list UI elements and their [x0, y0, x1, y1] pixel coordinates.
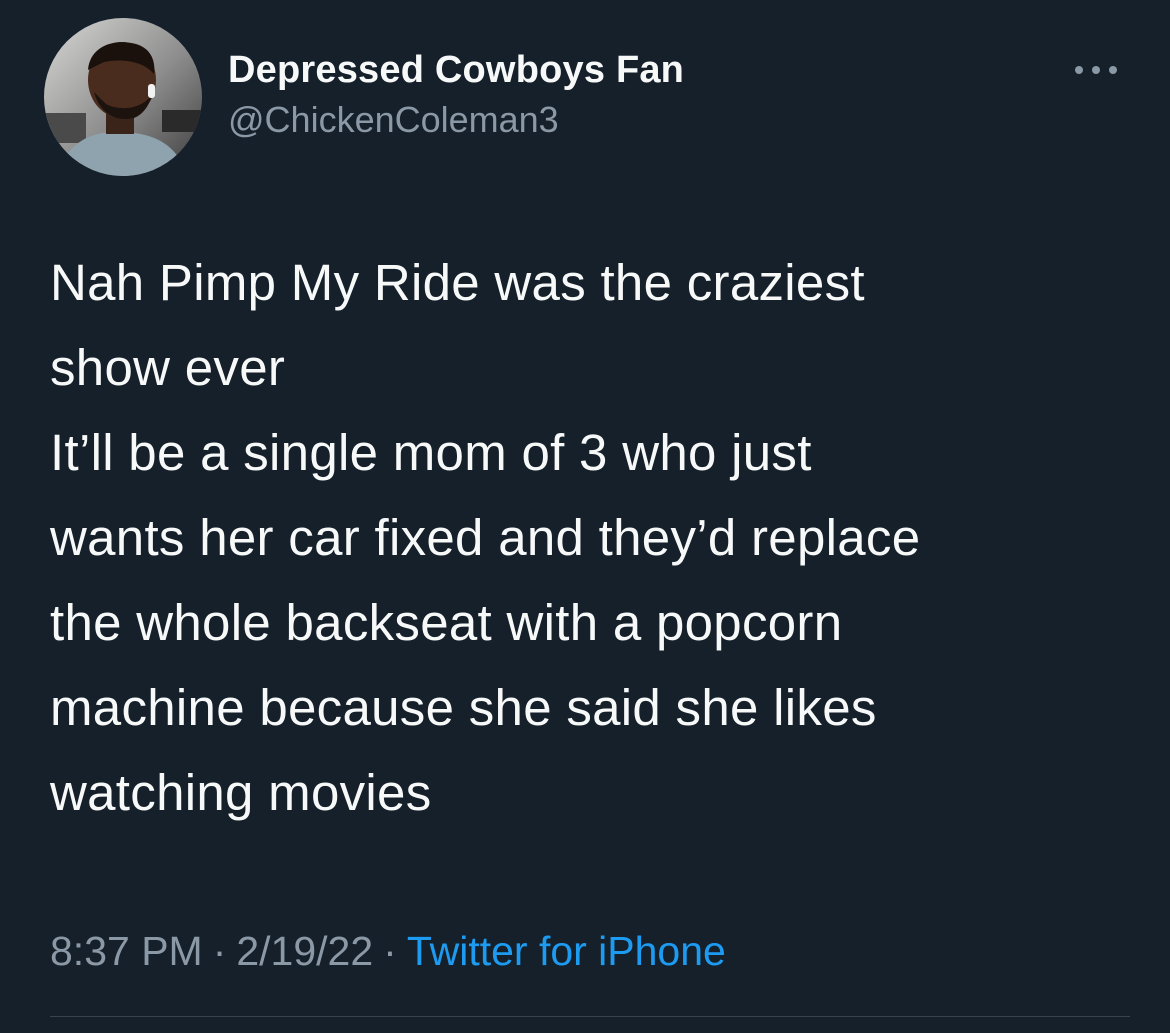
tweet-text-line: the whole backseat with a popcorn: [50, 594, 843, 651]
more-options-button[interactable]: [1060, 50, 1132, 90]
author-handle[interactable]: @ChickenColeman3: [228, 98, 684, 142]
tweet-text: Nah Pimp My Ride was the craziest show e…: [50, 240, 1130, 835]
avatar-photo: [44, 18, 202, 176]
author-block: Depressed Cowboys Fan @ChickenColeman3: [228, 46, 684, 142]
tweet-date[interactable]: 2/19/22: [236, 928, 373, 974]
divider: [50, 1016, 1130, 1017]
tweet-metadata: 8:37 PM · 2/19/22 · Twitter for iPhone: [50, 925, 726, 977]
tweet-paragraph: Nah Pimp My Ride was the craziest show e…: [50, 240, 1130, 410]
tweet-time[interactable]: 8:37 PM: [50, 928, 203, 974]
author-display-name[interactable]: Depressed Cowboys Fan: [228, 46, 684, 94]
tweet-text-line: It’ll be a single mom of 3 who just: [50, 424, 812, 481]
tweet-text-line: wants her car fixed and they’d replace: [50, 509, 921, 566]
tweet-text-line: machine because she said she likes: [50, 679, 877, 736]
meta-separator: ·: [383, 928, 397, 974]
avatar[interactable]: [44, 18, 202, 176]
tweet-paragraph: It’ll be a single mom of 3 who just want…: [50, 410, 1130, 835]
meta-separator: ·: [212, 928, 227, 974]
tweet-text-line: watching movies: [50, 764, 432, 821]
tweet-text-line: show ever: [50, 339, 286, 396]
tweet-source-link[interactable]: Twitter for iPhone: [407, 928, 726, 974]
tweet-card: Depressed Cowboys Fan @ChickenColeman3 N…: [0, 0, 1170, 1033]
tweet-text-line: Nah Pimp My Ride was the craziest: [50, 254, 865, 311]
more-horizontal-icon: [1075, 66, 1117, 74]
